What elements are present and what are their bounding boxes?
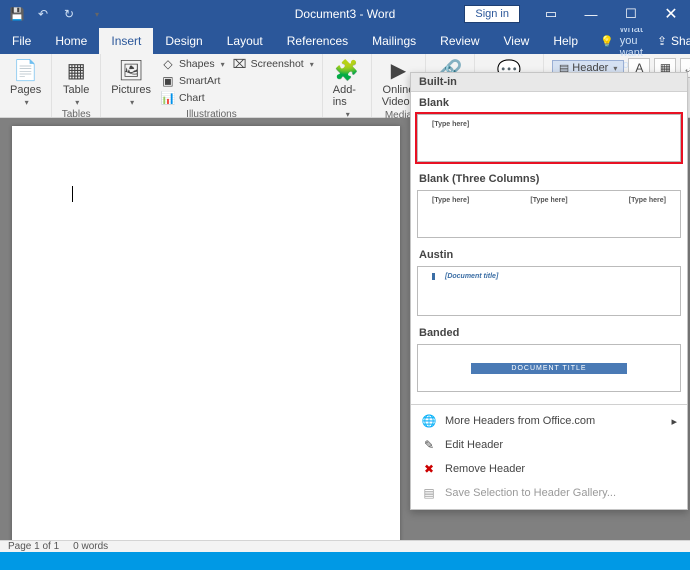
tab-design[interactable]: Design	[153, 28, 214, 54]
tab-review[interactable]: Review	[428, 28, 491, 54]
tellme-field[interactable]: 💡 Tell me what you want to do	[590, 28, 643, 54]
table-icon: ▦	[62, 58, 90, 82]
minimize-icon[interactable]: —	[572, 0, 610, 28]
pictures-icon: 🖼	[117, 58, 145, 82]
gallery-item-blank3col[interactable]: [Type here] [Type here] [Type here]	[417, 190, 681, 238]
tab-home[interactable]: Home	[43, 28, 99, 54]
remove-header-button[interactable]: ✖ Remove Header	[411, 457, 687, 481]
video-icon: ▶	[384, 58, 412, 82]
pages-label: Pages	[10, 84, 41, 96]
ribbon-options-icon[interactable]: ▭	[532, 0, 570, 28]
addins-icon: 🧩	[333, 58, 361, 82]
table-label: Table	[63, 84, 89, 96]
tab-help[interactable]: Help	[541, 28, 590, 54]
quick-access-toolbar: 💾 ↶ ↻ ▾	[0, 3, 114, 25]
titlebar: 💾 ↶ ↻ ▾ Document3 - Word Sign in ▭ — ☐ ✕	[0, 0, 690, 28]
gallery-builtin-header: Built-in	[411, 73, 687, 92]
taskbar	[0, 552, 690, 570]
header-gallery: Built-in Blank [Type here] Blank (Three …	[410, 72, 688, 510]
save-gallery-icon: ▤	[421, 485, 437, 501]
status-words[interactable]: 0 words	[73, 541, 108, 552]
share-icon: ⇪	[657, 34, 667, 48]
gallery-item-banded-label: Banded	[411, 322, 687, 342]
undo-icon[interactable]: ↶	[32, 3, 54, 25]
qat-customize-icon[interactable]: ▾	[86, 3, 108, 25]
tab-insert[interactable]: Insert	[99, 28, 153, 54]
pictures-label: Pictures	[111, 84, 151, 96]
status-page[interactable]: Page 1 of 1	[8, 541, 59, 552]
gallery-item-austin[interactable]: [Document title]	[417, 266, 681, 316]
table-button[interactable]: ▦ Table ▾	[58, 56, 94, 109]
gallery-item-blank[interactable]: [Type here]	[417, 114, 681, 162]
gallery-item-banded[interactable]: DOCUMENT TITLE	[417, 344, 681, 392]
signin-button[interactable]: Sign in	[464, 5, 520, 23]
gallery-item-austin-label: Austin	[411, 244, 687, 264]
smartart-button[interactable]: ▣SmartArt	[159, 73, 227, 89]
addins-button[interactable]: 🧩 Add-ins ▾	[329, 56, 365, 121]
office-icon: 🌐	[421, 413, 437, 429]
pages-icon: 📄	[12, 58, 40, 82]
window-title: Document3 - Word	[295, 7, 395, 21]
edit-header-button[interactable]: ✎ Edit Header	[411, 433, 687, 457]
text-cursor	[72, 186, 340, 202]
share-label: Share	[671, 34, 690, 48]
pictures-button[interactable]: 🖼 Pictures ▾	[107, 56, 155, 109]
shapes-icon: ◇	[161, 57, 175, 71]
tab-layout[interactable]: Layout	[215, 28, 275, 54]
tab-references[interactable]: References	[275, 28, 360, 54]
screenshot-button[interactable]: ⌧Screenshot▾	[231, 56, 316, 72]
gallery-item-blank3col-label: Blank (Three Columns)	[411, 168, 687, 188]
tab-view[interactable]: View	[492, 28, 542, 54]
lightbulb-icon: 💡	[600, 35, 614, 48]
screenshot-icon: ⌧	[233, 57, 247, 71]
maximize-icon[interactable]: ☐	[612, 0, 650, 28]
smartart-icon: ▣	[161, 74, 175, 88]
more-headers-button[interactable]: 🌐 More Headers from Office.com ▸	[411, 409, 687, 433]
close-icon[interactable]: ✕	[652, 0, 690, 28]
tab-file[interactable]: File	[0, 28, 43, 54]
tab-mailings[interactable]: Mailings	[360, 28, 428, 54]
share-button[interactable]: ⇪ Share	[643, 28, 690, 54]
addins-label: Add-ins	[333, 84, 361, 108]
redo-icon[interactable]: ↻	[58, 3, 80, 25]
chevron-right-icon: ▸	[671, 415, 677, 428]
remove-icon: ✖	[421, 461, 437, 477]
chart-icon: 📊	[161, 91, 175, 105]
save-icon[interactable]: 💾	[6, 3, 28, 25]
edit-icon: ✎	[421, 437, 437, 453]
shapes-button[interactable]: ◇Shapes▾	[159, 56, 227, 72]
status-bar: Page 1 of 1 0 words	[0, 540, 690, 552]
gallery-footer: 🌐 More Headers from Office.com ▸ ✎ Edit …	[411, 404, 687, 509]
pages-button[interactable]: 📄 Pages ▾	[6, 56, 45, 109]
menubar: File Home Insert Design Layout Reference…	[0, 28, 690, 54]
chart-button[interactable]: 📊Chart	[159, 90, 227, 106]
save-selection-button: ▤ Save Selection to Header Gallery...	[411, 481, 687, 505]
document-page[interactable]	[12, 126, 400, 540]
gallery-item-blank-label: Blank	[411, 92, 687, 112]
